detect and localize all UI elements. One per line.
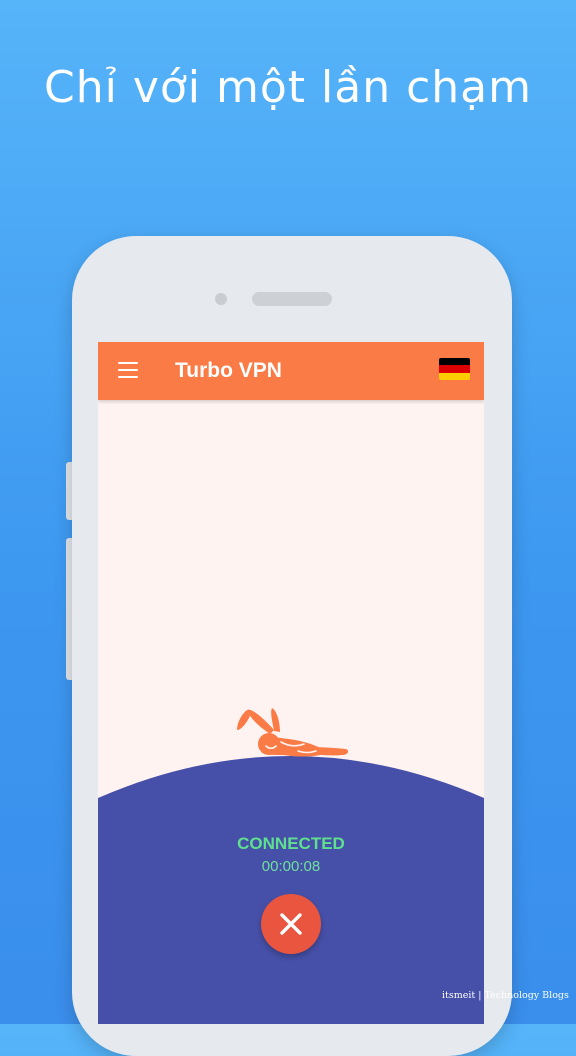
connection-timer: 00:00:08 — [261, 858, 321, 875]
hill-background — [98, 756, 484, 1024]
rabbit-illustration — [237, 708, 349, 757]
connection-status: CONNECTED — [237, 834, 345, 853]
close-icon — [280, 913, 302, 935]
phone-camera — [215, 293, 227, 305]
promo-headline: Chỉ với một lần chạm — [44, 62, 532, 113]
phone-speaker — [252, 292, 332, 306]
watermark: itsmeit | Technology Blogs — [442, 990, 569, 1001]
disconnect-button[interactable] — [261, 894, 321, 954]
app-screen: Turbo VPN CONNECTED 00:00:08 — [98, 342, 484, 1024]
